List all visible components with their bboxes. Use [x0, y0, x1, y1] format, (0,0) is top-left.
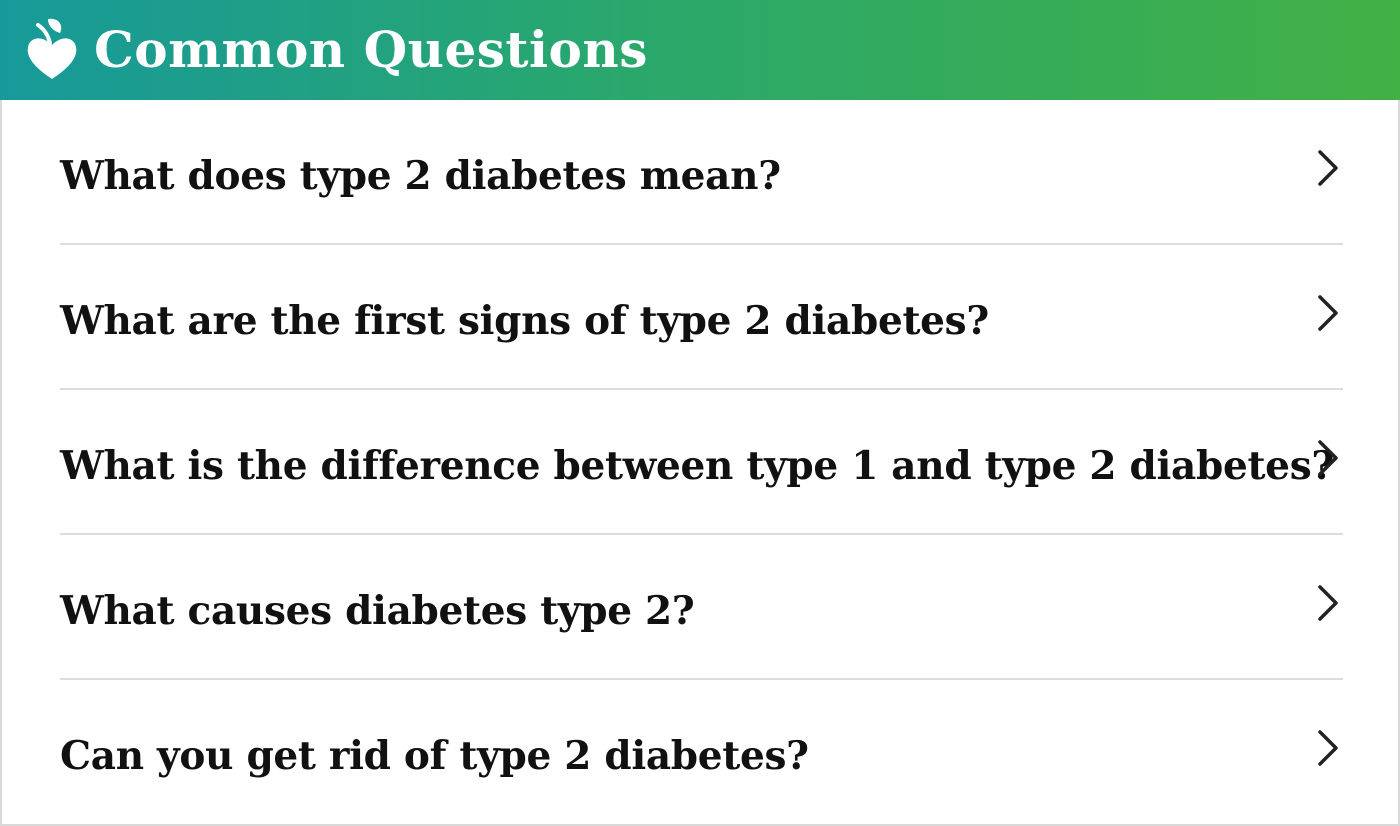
chevron-right-icon [1315, 728, 1341, 768]
chevron-right-icon [1315, 293, 1341, 333]
question-text: What are the first signs of type 2 diabe… [60, 297, 989, 344]
question-text: What does type 2 diabetes mean? [60, 152, 781, 199]
question-item[interactable]: What is the difference between type 1 an… [60, 390, 1343, 535]
chevron-right-icon [1315, 583, 1341, 623]
question-item[interactable]: Can you get rid of type 2 diabetes? [60, 680, 1343, 824]
chevron-right-icon [1315, 438, 1341, 478]
page-title: Common Questions [94, 20, 648, 79]
apple-heart-icon [24, 15, 80, 81]
question-text: What causes diabetes type 2? [60, 587, 695, 634]
question-text: Can you get rid of type 2 diabetes? [60, 733, 809, 779]
question-item[interactable]: What causes diabetes type 2? [60, 535, 1343, 680]
question-item[interactable]: What does type 2 diabetes mean? [60, 100, 1343, 245]
common-questions-panel: Common Questions What does type 2 diabet… [0, 0, 1400, 826]
question-list: What does type 2 diabetes mean? What are… [60, 100, 1343, 824]
question-text: What is the difference between type 1 an… [60, 442, 1334, 489]
header-bar: Common Questions [0, 0, 1400, 100]
chevron-right-icon [1315, 148, 1341, 188]
question-item[interactable]: What are the first signs of type 2 diabe… [60, 245, 1343, 390]
